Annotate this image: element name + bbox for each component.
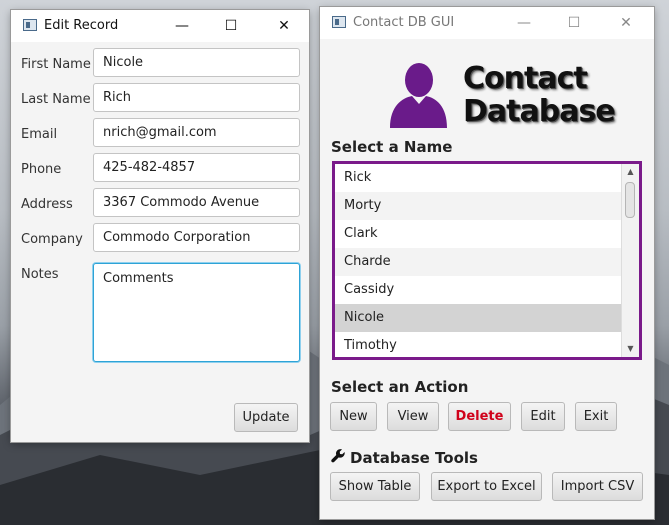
import-csv-button[interactable]: Import CSV bbox=[552, 472, 643, 501]
phone-label: Phone bbox=[21, 162, 62, 177]
list-item[interactable]: Morty bbox=[335, 192, 622, 220]
edit-record-window: Edit Record — ☐ ✕ First Name Nicole Last… bbox=[11, 10, 309, 442]
wrench-icon bbox=[331, 448, 346, 467]
close-icon[interactable]: ✕ bbox=[273, 15, 295, 37]
list-item[interactable]: Cassidy bbox=[335, 276, 622, 304]
logo-line-1: Contact bbox=[463, 61, 588, 96]
company-label: Company bbox=[21, 232, 83, 247]
email-field[interactable]: nrich@gmail.com bbox=[93, 118, 300, 147]
export-to-excel-button[interactable]: Export to Excel bbox=[431, 472, 542, 501]
last-name-field[interactable]: Rich bbox=[93, 83, 300, 112]
list-scrollbar[interactable]: ▲ ▼ bbox=[621, 164, 639, 357]
names-list[interactable]: Rick Morty Clark Charde Cassidy Nicole T… bbox=[332, 161, 642, 360]
minimize-icon[interactable]: — bbox=[513, 12, 535, 34]
contact-db-window: Contact DB GUI — ☐ ✕ Contact Database Se… bbox=[320, 7, 654, 519]
exit-button[interactable]: Exit bbox=[575, 402, 617, 431]
close-icon[interactable]: ✕ bbox=[615, 12, 637, 34]
maximize-icon[interactable]: ☐ bbox=[220, 15, 242, 37]
scroll-thumb[interactable] bbox=[625, 182, 635, 218]
person-silhouette-icon bbox=[390, 63, 447, 128]
first-name-field[interactable]: Nicole bbox=[93, 48, 300, 77]
window-title: Contact DB GUI bbox=[353, 15, 455, 30]
database-tools-label: Database Tools bbox=[350, 449, 478, 467]
app-icon bbox=[332, 16, 346, 28]
contact-titlebar: Contact DB GUI — ☐ ✕ bbox=[320, 7, 654, 39]
scroll-up-icon[interactable]: ▲ bbox=[622, 166, 639, 178]
logo-text: Contact Database bbox=[463, 61, 616, 129]
edit-button[interactable]: Edit bbox=[521, 402, 565, 431]
select-action-heading: Select an Action bbox=[331, 378, 469, 396]
view-button[interactable]: View bbox=[387, 402, 439, 431]
last-name-label: Last Name bbox=[21, 92, 91, 107]
notes-label: Notes bbox=[21, 267, 59, 282]
edit-titlebar: Edit Record — ☐ ✕ bbox=[11, 10, 309, 42]
window-title: Edit Record bbox=[44, 18, 119, 33]
logo-line-2: Database bbox=[463, 94, 616, 129]
email-label: Email bbox=[21, 127, 58, 142]
address-field[interactable]: 3367 Commodo Avenue bbox=[93, 188, 300, 217]
notes-textarea[interactable]: Comments bbox=[93, 263, 300, 362]
list-item[interactable]: Timothy bbox=[335, 332, 622, 357]
list-item[interactable]: Clark bbox=[335, 220, 622, 248]
database-tools-heading: Database Tools bbox=[331, 448, 478, 467]
app-icon bbox=[23, 19, 37, 31]
address-label: Address bbox=[21, 197, 73, 212]
minimize-icon[interactable]: — bbox=[171, 15, 193, 37]
delete-button[interactable]: Delete bbox=[448, 402, 511, 431]
show-table-button[interactable]: Show Table bbox=[330, 472, 420, 501]
list-item-selected[interactable]: Nicole bbox=[335, 304, 622, 332]
update-button[interactable]: Update bbox=[234, 403, 298, 432]
maximize-icon[interactable]: ☐ bbox=[563, 12, 585, 34]
scroll-down-icon[interactable]: ▼ bbox=[622, 343, 639, 355]
list-item[interactable]: Rick bbox=[335, 164, 622, 192]
new-button[interactable]: New bbox=[330, 402, 377, 431]
select-name-heading: Select a Name bbox=[331, 138, 453, 156]
list-item[interactable]: Charde bbox=[335, 248, 622, 276]
phone-field[interactable]: 425-482-4857 bbox=[93, 153, 300, 182]
first-name-label: First Name bbox=[21, 57, 91, 72]
company-field[interactable]: Commodo Corporation bbox=[93, 223, 300, 252]
